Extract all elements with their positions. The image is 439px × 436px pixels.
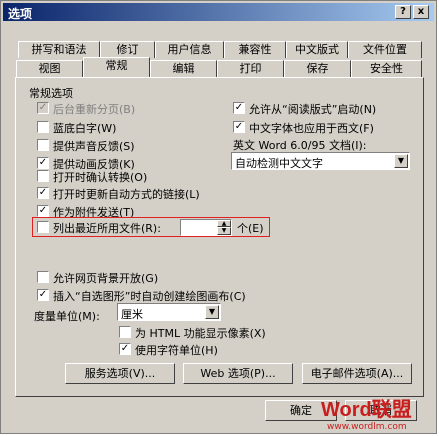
- recent-files-spinner[interactable]: ▲ ▼: [180, 219, 232, 236]
- lower_options-checkbox-0[interactable]: [37, 271, 49, 283]
- left_options-label-4: 打开时确认转换(O): [53, 171, 148, 184]
- doc-select-value: 自动检测中文文字: [235, 157, 323, 170]
- tab-tabs_row1-2[interactable]: 用户信息: [155, 41, 224, 58]
- section-title: 常规选项: [29, 87, 73, 100]
- watermark: Word联盟 www.wordlm.com: [321, 393, 412, 432]
- tab-tabs_row1-0[interactable]: 拼写和语法: [18, 41, 100, 58]
- close-button[interactable]: x: [413, 5, 429, 19]
- tab-tabs_row1-3[interactable]: 兼容性: [224, 41, 286, 58]
- left_options-checkbox-0[interactable]: ✓: [37, 102, 49, 114]
- sub_options-checkbox-0[interactable]: [119, 326, 131, 338]
- spin-down-icon[interactable]: ▼: [217, 227, 231, 235]
- tab-tabs_row2-5[interactable]: 安全性: [351, 60, 422, 77]
- right_options-label-0: 允许从“阅读版式”启动(N): [249, 103, 377, 116]
- left_options-checkbox-1[interactable]: [37, 121, 49, 133]
- left_options-label-2: 提供声音反馈(S): [53, 140, 135, 153]
- email-options-button[interactable]: 电子邮件选项(A)...: [302, 363, 412, 384]
- left_options-label-0: 后台重新分页(B): [53, 103, 136, 116]
- spin-up-icon[interactable]: ▲: [217, 220, 231, 227]
- chevron-down-icon[interactable]: ▼: [394, 154, 408, 168]
- left_options-checkbox-5[interactable]: ✓: [37, 187, 49, 199]
- unit-select[interactable]: 厘米 ▼: [117, 303, 221, 321]
- lower_options-label-0: 允许网页背景开放(G): [53, 272, 159, 285]
- left_options-checkbox-2[interactable]: [37, 139, 49, 151]
- unit-select-value: 厘米: [121, 308, 143, 321]
- left_options-checkbox-4[interactable]: [37, 170, 49, 182]
- chevron-down-icon[interactable]: ▼: [205, 305, 219, 319]
- unit-label: 度量单位(M):: [34, 310, 100, 323]
- doc-detect-select[interactable]: 自动检测中文文字 ▼: [231, 152, 410, 170]
- service-options-button[interactable]: 服务选项(V)...: [65, 363, 175, 384]
- lower_options-label-1: 插入“自选图形”时自动创建绘图画布(C): [53, 290, 246, 303]
- watermark-logo: Word联盟: [321, 399, 412, 421]
- tab-tabs_row2-2[interactable]: 编辑: [150, 60, 217, 77]
- help-button[interactable]: ?: [395, 5, 411, 19]
- watermark-url: www.wordlm.com: [327, 422, 407, 432]
- tab-tabs_row2-4[interactable]: 保存: [284, 60, 351, 77]
- tab-tabs_row1-4[interactable]: 中文版式: [286, 41, 348, 58]
- tab-tabs_row2-0[interactable]: 视图: [16, 60, 83, 77]
- right_options-label-1: 中文字体也应用于西文(F): [249, 122, 374, 135]
- right_options-checkbox-0[interactable]: ✓: [233, 102, 245, 114]
- recent-files-checkbox[interactable]: [37, 221, 49, 233]
- tab-tabs_row1-1[interactable]: 修订: [100, 41, 155, 58]
- right_options-checkbox-1[interactable]: ✓: [233, 121, 245, 133]
- recent-files-label: 列出最近所用文件(R):: [53, 222, 161, 235]
- left_options-label-5: 打开时更新自动方式的链接(L): [53, 188, 200, 201]
- left_options-label-1: 蓝底白字(W): [53, 122, 117, 135]
- options-dialog: 选项 ? x 拼写和语法 修订 用户信息 兼容性 中文版式 文件位置 视图 常规 编辑 打印 保存…: [0, 0, 437, 434]
- tab-tabs_row2-1[interactable]: 常规: [83, 57, 150, 77]
- doc-label: 英文 Word 6.0/95 文档(I):: [233, 139, 367, 152]
- web-options-button[interactable]: Web 选项(P)...: [183, 363, 293, 384]
- recent-files-suffix: 个(E): [237, 222, 264, 235]
- tab-tabs_row2-3[interactable]: 打印: [217, 60, 284, 77]
- left_options-checkbox-6[interactable]: ✓: [37, 205, 49, 217]
- title-bar[interactable]: 选项 ? x: [3, 3, 434, 21]
- lower_options-checkbox-1[interactable]: ✓: [37, 289, 49, 301]
- sub_options-checkbox-1[interactable]: ✓: [119, 343, 131, 355]
- tab-tabs_row1-5[interactable]: 文件位置: [348, 41, 422, 58]
- sub_options-label-1: 使用字符单位(H): [135, 344, 218, 357]
- sub_options-label-0: 为 HTML 功能显示像素(X): [135, 327, 266, 340]
- left_options-checkbox-3[interactable]: ✓: [37, 157, 49, 169]
- dialog-title: 选项: [8, 7, 33, 21]
